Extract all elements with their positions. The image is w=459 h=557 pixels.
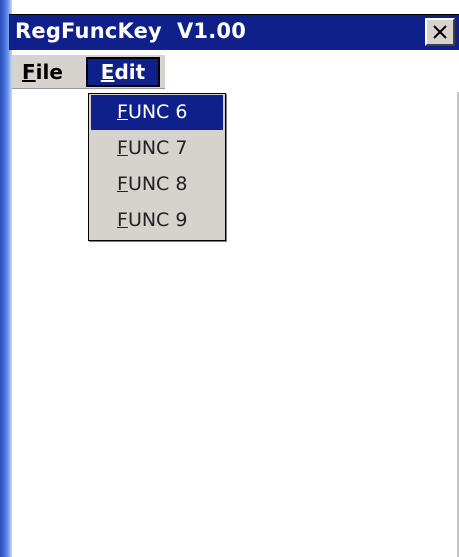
menu-item-label: UNC 9 [127,209,188,231]
menu-item-func-6[interactable]: FUNC 6 [91,95,223,130]
menu-bar-strip: File Edit [12,55,165,89]
menu-item-mnemonic: F [117,209,128,231]
frame-left-edge [0,0,12,557]
close-button[interactable] [425,18,455,46]
menu-item-label: UNC 8 [127,173,188,195]
menu-file[interactable]: File [16,59,69,85]
window-frame: RegFuncKey V1.00 File Edit FUNC 6 FUNC 7… [0,0,459,557]
frame-top-edge [0,0,459,14]
menu-item-label: UNC 6 [127,101,188,123]
menu-edit-mnemonic: E [100,60,115,84]
menu-item-func-7[interactable]: FUNC 7 [91,131,223,166]
menu-edit[interactable]: Edit [86,57,160,87]
menu-bar: File Edit [12,50,459,92]
title-bar: RegFuncKey V1.00 [9,14,459,50]
menu-item-mnemonic: F [117,137,128,159]
menu-item-func-8[interactable]: FUNC 8 [91,167,223,202]
menu-item-mnemonic: F [117,173,128,195]
menu-item-func-9[interactable]: FUNC 9 [91,203,223,238]
menu-file-mnemonic: F [22,60,36,84]
close-icon [433,25,447,39]
menu-edit-label: dit [114,60,146,84]
menu-file-label: ile [35,60,63,84]
edit-dropdown-menu: FUNC 6 FUNC 7 FUNC 8 FUNC 9 [88,93,226,241]
menu-item-label: UNC 7 [127,137,188,159]
window-title: RegFuncKey V1.00 [15,19,247,43]
menu-item-mnemonic: F [117,101,128,123]
